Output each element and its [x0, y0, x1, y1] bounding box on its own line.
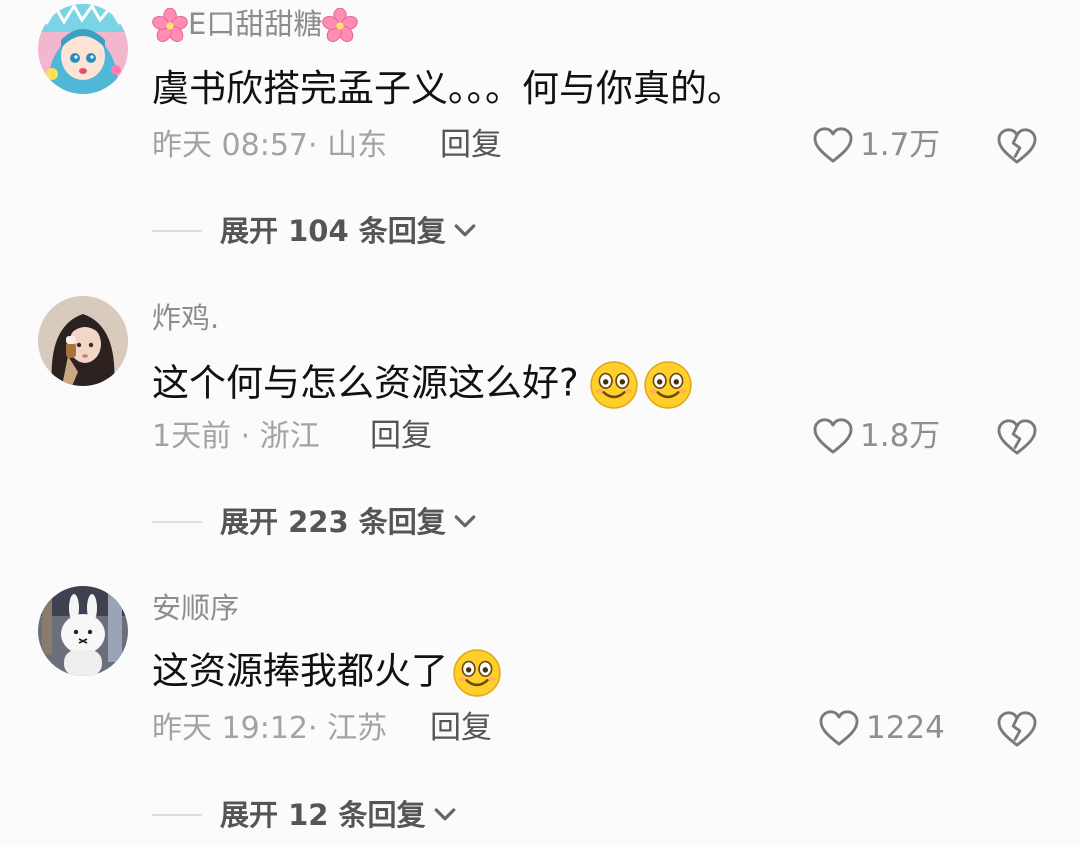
like-button[interactable]: 1224	[818, 708, 945, 748]
dislike-button[interactable]	[996, 127, 1038, 169]
expand-replies-button[interactable]: 展开 223 条回复	[152, 507, 480, 537]
avatar[interactable]	[38, 4, 128, 94]
grinning-face-emoji	[643, 360, 693, 410]
dislike-button[interactable]	[996, 418, 1038, 460]
cherry-blossom-icon	[152, 8, 188, 44]
comment-item: 安顺序 这资源捧我都火了 昨天 19:12· 江苏 回复 1224 展开 12 …	[0, 582, 1080, 846]
expand-replies-label: 展开 12 条回复	[220, 797, 426, 832]
comment-meta: 昨天 08:57· 山东	[152, 128, 388, 163]
comment-username[interactable]: 安顺序	[152, 594, 239, 623]
dislike-button[interactable]	[996, 710, 1038, 752]
heart-outline-icon	[812, 126, 854, 164]
comment-meta: 1天前 · 浙江	[152, 419, 320, 454]
comment-text-content: 这个何与怎么资源这么好?	[152, 361, 579, 405]
like-button[interactable]: 1.8万	[812, 416, 940, 456]
like-count: 1.8万	[860, 417, 941, 454]
expand-replies-button[interactable]: 展开 12 条回复	[152, 800, 460, 830]
heart-outline-icon	[812, 417, 854, 455]
comment-username[interactable]: E口甜甜糖	[152, 8, 358, 44]
comment-text-content: 这资源捧我都火了	[152, 649, 448, 693]
expand-replies-button[interactable]: 展开 104 条回复	[152, 216, 480, 246]
like-count: 1224	[866, 709, 945, 746]
grinning-face-emoji	[452, 648, 502, 698]
comment-text: 虞书欣搭完孟子义。。。何与你真的。	[152, 70, 744, 107]
chevron-down-icon	[450, 216, 480, 246]
comment-item: E口甜甜糖 虞书欣搭完孟子义。。。何与你真的。 昨天 08:57· 山东 回复 …	[0, 0, 1080, 280]
chevron-down-icon	[430, 800, 460, 830]
comment-text: 这个何与怎么资源这么好?	[152, 360, 693, 410]
comment-meta: 昨天 19:12· 江苏	[152, 711, 388, 746]
avatar[interactable]	[38, 296, 128, 386]
like-button[interactable]: 1.7万	[812, 125, 940, 165]
comment-text: 这资源捧我都火了	[152, 648, 502, 698]
divider-line	[152, 521, 202, 523]
comment-text-content: 虞书欣搭完孟子义。。。何与你真的。	[152, 67, 744, 110]
reply-button[interactable]: 回复	[430, 713, 492, 744]
divider-line	[152, 814, 202, 816]
broken-heart-icon	[996, 710, 1038, 748]
username-text: E口甜甜糖	[188, 7, 323, 41]
chevron-down-icon	[450, 507, 480, 537]
comment-username[interactable]: 炸鸡.	[152, 304, 219, 333]
heart-outline-icon	[818, 709, 860, 747]
reply-button[interactable]: 回复	[440, 130, 502, 161]
broken-heart-icon	[996, 418, 1038, 456]
expand-replies-label: 展开 223 条回复	[220, 504, 446, 539]
like-count: 1.7万	[860, 126, 941, 163]
reply-button[interactable]: 回复	[370, 421, 432, 452]
broken-heart-icon	[996, 127, 1038, 165]
avatar[interactable]	[38, 586, 128, 676]
divider-line	[152, 230, 202, 232]
comment-item: 炸鸡. 这个何与怎么资源这么好? 1天前 · 浙江 回复 1.8万 展开 223…	[0, 290, 1080, 560]
expand-replies-label: 展开 104 条回复	[220, 213, 446, 248]
grinning-face-emoji	[589, 360, 639, 410]
cherry-blossom-icon	[322, 8, 358, 44]
